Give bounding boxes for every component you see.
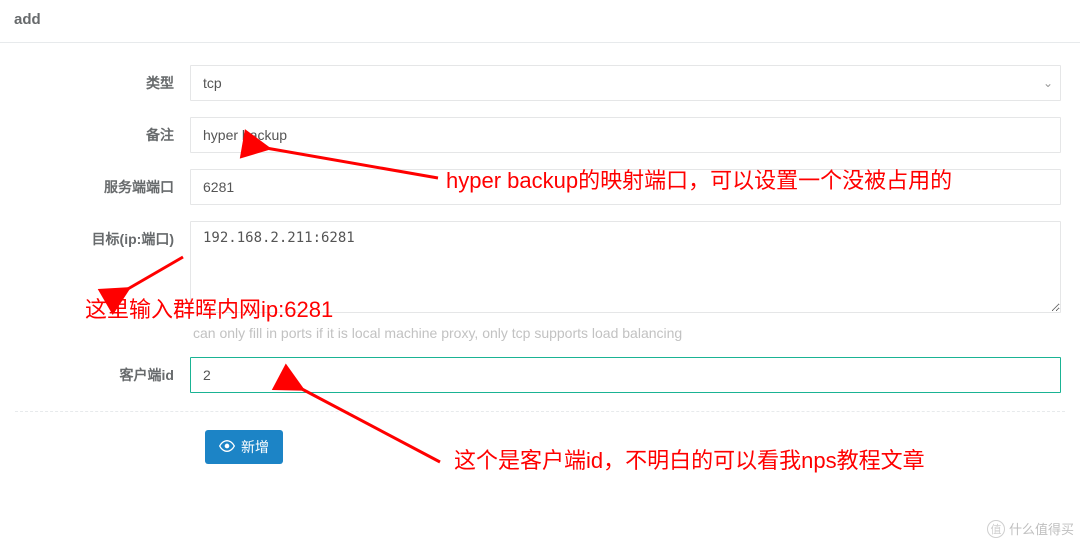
type-select[interactable]: tcp: [190, 65, 1061, 101]
page-title: add: [0, 0, 1080, 42]
remark-input[interactable]: [190, 117, 1061, 153]
target-help-text: can only fill in ports if it is local ma…: [193, 325, 1061, 341]
client-id-input[interactable]: [190, 357, 1061, 393]
label-server-port: 服务端端口: [15, 169, 190, 197]
label-type: 类型: [15, 65, 190, 93]
divider-top: [0, 42, 1080, 43]
add-button-label: 新增: [241, 437, 269, 457]
form: 类型 tcp ⌄ 备注 服务端端口 目标(ip:端口) 192.168.2.21…: [0, 65, 1080, 464]
row-server-port: 服务端端口: [15, 169, 1065, 205]
watermark-text: 什么值得买: [1009, 519, 1074, 538]
divider-bottom: [15, 411, 1065, 412]
row-type: 类型 tcp ⌄: [15, 65, 1065, 101]
button-row: 新增: [15, 430, 1065, 464]
label-client-id: 客户端id: [15, 357, 190, 385]
watermark-icon: 值: [987, 520, 1005, 538]
server-port-input[interactable]: [190, 169, 1061, 205]
target-textarea[interactable]: 192.168.2.211:6281: [190, 221, 1061, 313]
watermark: 值 什么值得买: [987, 519, 1074, 538]
label-remark: 备注: [15, 117, 190, 145]
label-target: 目标(ip:端口): [15, 221, 190, 249]
add-button[interactable]: 新增: [205, 430, 283, 464]
row-client-id: 客户端id: [15, 357, 1065, 393]
eye-icon: [219, 439, 235, 455]
row-target: 目标(ip:端口) 192.168.2.211:6281 can only fi…: [15, 221, 1065, 341]
row-remark: 备注: [15, 117, 1065, 153]
